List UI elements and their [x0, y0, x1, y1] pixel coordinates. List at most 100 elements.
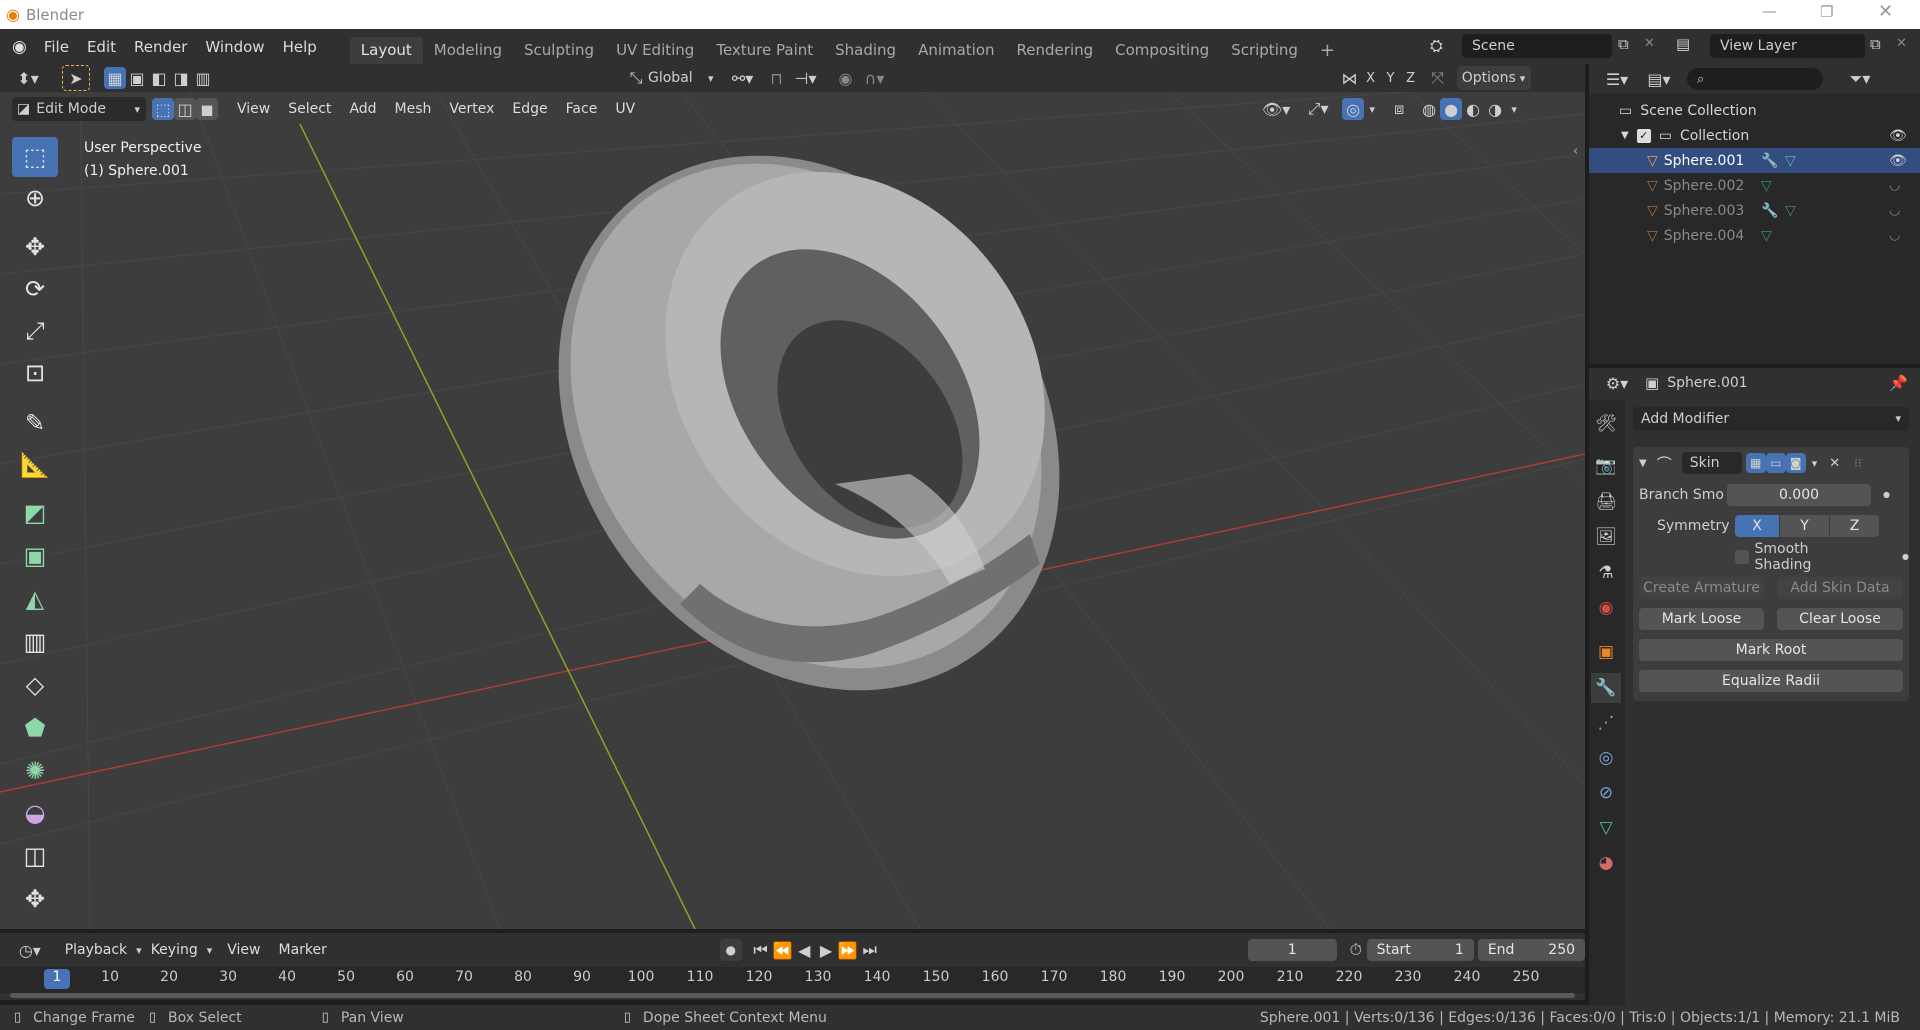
record-icon[interactable]: ● — [719, 939, 742, 961]
material-tab-icon[interactable]: ◕ — [1591, 848, 1621, 878]
eye-closed-icon[interactable]: ◡ — [1889, 228, 1900, 243]
mesh-data-icon[interactable]: ▽ — [1761, 228, 1772, 244]
visibility-icon[interactable]: 👁▾ — [1258, 97, 1294, 121]
symmetry-z-toggle[interactable]: Z — [1830, 514, 1879, 537]
viewport-menu-view[interactable]: View — [228, 101, 279, 117]
keyframe-dot-icon[interactable]: ● — [1883, 490, 1890, 499]
drag-handle-icon[interactable]: ⁝⁝ — [1854, 456, 1862, 470]
outliner-item-sphere-004[interactable]: ▽ Sphere.004 ▽ ◡ — [1589, 223, 1920, 248]
new-view-layer-icon[interactable]: ⧉ — [1870, 35, 1881, 53]
shrink-fatten-tool-icon[interactable]: ✥ — [12, 879, 58, 919]
edit-mode-display-icon[interactable]: ▦ — [1745, 453, 1766, 473]
extrude-tool-icon[interactable]: ◩ — [12, 493, 58, 533]
data-tab-icon[interactable]: ▽ — [1591, 813, 1621, 843]
transform-orientation-icon[interactable]: ⤡ — [624, 66, 648, 90]
start-frame-field[interactable]: Start 1 — [1366, 939, 1474, 961]
timeline-scrollbar[interactable] — [10, 993, 1575, 998]
annotate-tool-icon[interactable]: ✎ — [12, 403, 58, 443]
select-box-tool-icon[interactable]: ⬚ — [12, 137, 58, 177]
timeline-menu-marker[interactable]: Marker — [269, 942, 335, 958]
tab-sculpting[interactable]: Sculpting — [513, 37, 605, 64]
proportional-edit-icon[interactable]: ◉ — [834, 66, 858, 90]
timeline-menu-view[interactable]: View — [218, 942, 269, 958]
next-keyframe-icon[interactable]: ⏩ — [837, 939, 859, 961]
keyframe-dot-icon[interactable]: ● — [1902, 552, 1909, 561]
knife-tool-icon[interactable]: ◇ — [12, 665, 58, 705]
end-frame-field[interactable]: End 250 — [1477, 939, 1586, 961]
viewport-menu-mesh[interactable]: Mesh — [386, 101, 441, 117]
viewport-menu-vertex[interactable]: Vertex — [440, 101, 503, 117]
tab-uv-editing[interactable]: UV Editing — [605, 37, 705, 64]
add-workspace-icon[interactable]: + — [1309, 37, 1346, 64]
overlay-icon[interactable]: ◎ — [1342, 98, 1365, 120]
auto-merge-icon[interactable]: ⤧ — [1427, 67, 1449, 89]
snap-target-icon[interactable]: ⊣▾ — [788, 66, 824, 90]
world-tab-icon[interactable]: ◉ — [1591, 593, 1621, 623]
mirror-y-toggle[interactable]: Y — [1381, 67, 1401, 89]
overlay-dropdown-icon[interactable]: ▾ — [1364, 98, 1380, 120]
prev-keyframe-icon[interactable]: ⏪ — [772, 939, 794, 961]
add-modifier-dropdown[interactable]: Add Modifier ▾ — [1633, 407, 1909, 431]
outliner-item-scene-collection[interactable]: ▭ Scene Collection — [1619, 98, 1920, 123]
edge-slide-tool-icon[interactable]: ◫ — [12, 836, 58, 876]
mark-root-button[interactable]: Mark Root — [1639, 638, 1903, 661]
jump-end-icon[interactable]: ⏭ — [859, 939, 881, 961]
view-layer-icon[interactable]: ▤ — [1676, 35, 1690, 53]
select-mode-difference-icon[interactable]: ◨ — [170, 67, 192, 89]
mesh-data-icon[interactable]: ▽ — [1761, 178, 1772, 194]
edge-select-icon[interactable]: ◫ — [174, 98, 196, 120]
view-layer-tab-icon[interactable]: 🖼 — [1591, 522, 1621, 552]
viewport-display-icon[interactable]: ▭ — [1765, 453, 1786, 473]
modifier-wrench-icon[interactable]: 🔧 — [1761, 203, 1778, 219]
select-mode-subtract-icon[interactable]: ◧ — [148, 67, 170, 89]
mirror-icon[interactable]: ⋈ — [1339, 67, 1361, 89]
jump-start-icon[interactable]: ⏮ — [750, 939, 772, 961]
wireframe-shading-icon[interactable]: ◍ — [1418, 98, 1440, 120]
collapse-arrow-icon[interactable]: ▼ — [1639, 458, 1647, 469]
outliner-item-collection[interactable]: ▼ ✓ ▭ Collection 👁 — [1621, 123, 1920, 148]
output-tab-icon[interactable]: 🖨 — [1591, 487, 1621, 517]
remove-view-layer-icon[interactable]: ✕ — [1896, 36, 1907, 51]
outliner-editor-type-icon[interactable]: ☰▾ — [1599, 67, 1635, 91]
symmetry-y-toggle[interactable]: Y — [1780, 514, 1829, 537]
shading-dropdown-icon[interactable]: ▾ — [1506, 98, 1522, 120]
tab-scripting[interactable]: Scripting — [1220, 37, 1309, 64]
eye-closed-icon[interactable]: ◡ — [1889, 203, 1900, 218]
remove-scene-icon[interactable]: ✕ — [1644, 36, 1655, 51]
modifier-wrench-icon[interactable]: 🔧 — [1761, 153, 1778, 169]
close-icon[interactable]: ✕ — [1878, 1, 1893, 22]
editor-type-icon[interactable]: ⬍▾ — [10, 66, 46, 90]
modifier-menu-icon[interactable]: ▾ — [1812, 457, 1818, 470]
play-reverse-icon[interactable]: ◀ — [793, 939, 815, 961]
mode-selector[interactable]: ◪ Edit Mode ▾ — [12, 97, 146, 121]
rotate-tool-icon[interactable]: ⟳ — [12, 269, 58, 309]
outliner-search-field[interactable]: ⌕ — [1687, 68, 1823, 90]
tool-tab-icon[interactable]: 🛠 — [1591, 409, 1621, 439]
transform-tool-icon[interactable]: ⊡ — [12, 353, 58, 393]
timeline-menu-keying[interactable]: Keying — [142, 942, 207, 958]
viewport-menu-edge[interactable]: Edge — [503, 101, 556, 117]
add-skin-data-button[interactable]: Add Skin Data — [1777, 576, 1903, 599]
solid-shading-icon[interactable]: ● — [1440, 98, 1463, 120]
mirror-z-toggle[interactable]: Z — [1401, 67, 1421, 89]
current-frame-field[interactable]: 1 — [1247, 939, 1337, 961]
timeline-editor-type-icon[interactable]: ◷▾ — [12, 938, 48, 962]
timeline-menu-playback[interactable]: Playback — [56, 942, 136, 958]
create-armature-button[interactable]: Create Armature — [1639, 576, 1764, 599]
select-tool-icon[interactable]: ➤ — [62, 65, 90, 91]
eye-icon[interactable]: 👁 — [1889, 128, 1907, 144]
smooth-tool-icon[interactable]: ◒ — [12, 793, 58, 833]
menu-file[interactable]: File — [35, 38, 78, 56]
physics-tab-icon[interactable]: ◎ — [1591, 743, 1621, 773]
face-select-icon[interactable]: ◼ — [196, 98, 218, 120]
smooth-shading-checkbox[interactable] — [1735, 549, 1749, 564]
cursor-tool-icon[interactable]: ⊕ — [12, 178, 58, 218]
eye-closed-icon[interactable]: ◡ — [1889, 178, 1900, 193]
options-dropdown[interactable]: Options ▾ — [1456, 66, 1531, 90]
tab-rendering[interactable]: Rendering — [1006, 37, 1105, 64]
measure-tool-icon[interactable]: 📐 — [12, 445, 58, 485]
view-layer-field[interactable]: View Layer — [1710, 34, 1865, 58]
mesh-data-icon[interactable]: ▽ — [1785, 203, 1796, 219]
tab-shading[interactable]: Shading — [824, 37, 907, 64]
inset-tool-icon[interactable]: ▣ — [12, 536, 58, 576]
